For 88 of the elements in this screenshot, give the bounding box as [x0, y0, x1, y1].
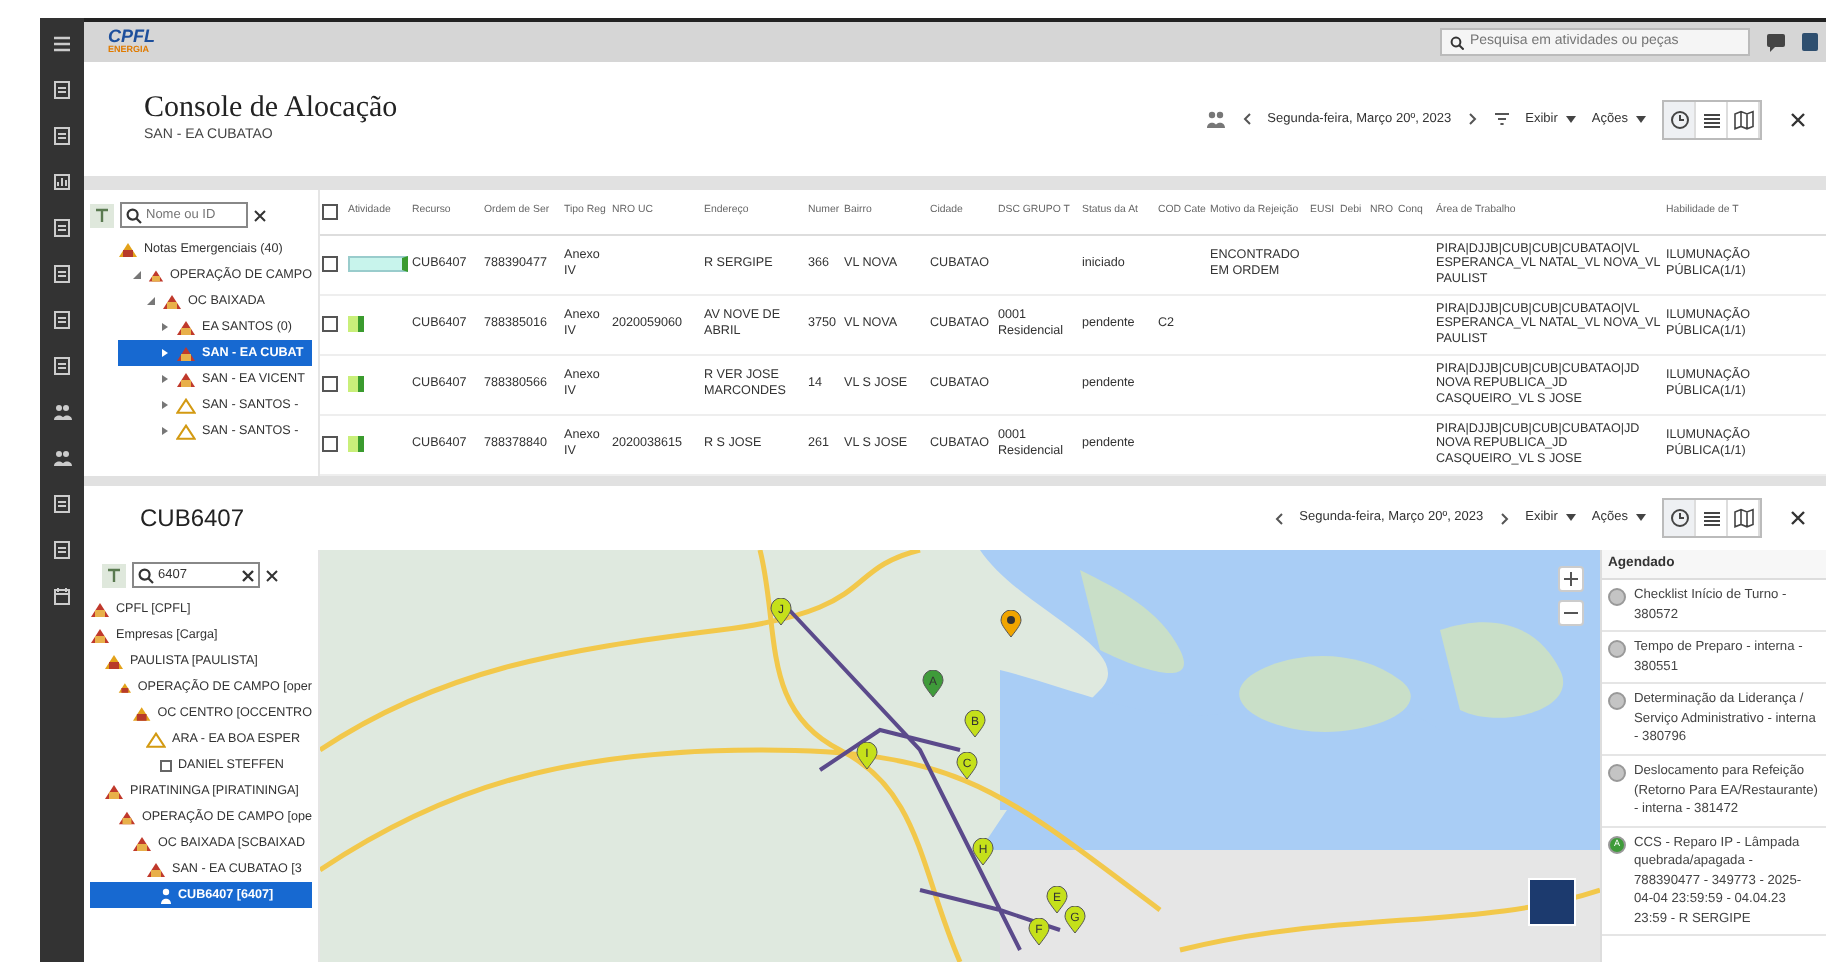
warning-icon [146, 731, 166, 747]
alert-icon [118, 679, 132, 695]
list-icon [1701, 508, 1721, 528]
document-icon[interactable] [52, 494, 72, 514]
people-icon[interactable] [52, 402, 72, 422]
alert-icon [162, 293, 182, 309]
checkbox[interactable] [322, 376, 338, 392]
activity-bar [348, 376, 364, 392]
alert-icon [176, 319, 196, 335]
alert-icon [132, 705, 152, 721]
alert-icon [176, 371, 196, 387]
clock-icon [1669, 508, 1689, 528]
caret-right-icon [160, 400, 170, 410]
document-icon[interactable] [52, 356, 72, 376]
zoom-in-button[interactable] [1558, 566, 1584, 592]
checkbox[interactable] [322, 436, 338, 452]
resource-title: CUB6407 [140, 502, 245, 536]
close-icon[interactable] [254, 209, 266, 221]
map-icon [1733, 109, 1753, 129]
alert-icon [118, 241, 138, 257]
caret-right-icon [160, 348, 170, 358]
chart-icon[interactable] [52, 172, 72, 192]
square-icon [160, 759, 172, 771]
caret-icon [1636, 115, 1646, 123]
alert-icon [90, 601, 110, 617]
chevron-left-icon[interactable] [1241, 112, 1252, 126]
search-icon [1450, 35, 1464, 49]
map-view-button[interactable] [1728, 500, 1760, 536]
caret-right-icon [160, 374, 170, 384]
person-icon [160, 887, 172, 903]
close-button[interactable] [1790, 111, 1806, 127]
close-button[interactable] [1790, 510, 1806, 526]
document-icon[interactable] [52, 310, 72, 330]
caret-down-icon [132, 270, 142, 280]
caret-icon [1565, 514, 1576, 522]
alert-icon [148, 267, 164, 283]
document-icon[interactable] [52, 264, 72, 284]
zoom-out-button[interactable] [1558, 600, 1584, 626]
alert-icon [90, 627, 110, 643]
close-icon [1790, 111, 1806, 127]
calendar-icon[interactable] [52, 586, 72, 606]
document-icon[interactable] [52, 126, 72, 146]
alert-icon [118, 809, 136, 825]
activity-bar [348, 436, 364, 452]
alert-icon [132, 835, 152, 851]
activity-bar [348, 316, 364, 332]
chevron-right-icon[interactable] [1499, 511, 1510, 525]
alert-icon [104, 653, 124, 669]
logo: CPFL [108, 28, 155, 47]
satellite-thumbnail[interactable] [1528, 878, 1576, 926]
clear-icon[interactable] [242, 569, 254, 581]
clock-view-button[interactable] [1664, 101, 1696, 137]
caret-right-icon [160, 426, 170, 436]
clock-view-button[interactable] [1664, 500, 1696, 536]
checkbox[interactable] [322, 203, 338, 220]
plus-icon [1564, 572, 1578, 586]
caret-right-icon [160, 322, 170, 332]
menu-icon[interactable] [52, 34, 72, 54]
clock-icon [1669, 109, 1689, 129]
checkbox[interactable] [322, 256, 338, 272]
document-icon[interactable] [52, 80, 72, 100]
activity-bar [348, 256, 408, 272]
map-view-button[interactable] [1728, 101, 1760, 137]
search-icon [126, 207, 142, 223]
list-icon [1701, 109, 1721, 129]
search-icon [138, 567, 154, 583]
minus-icon [1564, 606, 1578, 620]
caret-icon [1636, 514, 1646, 522]
document-icon[interactable] [52, 218, 72, 238]
filter-icon[interactable] [102, 563, 126, 587]
chat-icon[interactable] [1766, 32, 1786, 52]
caret-down-icon [146, 296, 156, 306]
chevron-right-icon[interactable] [1467, 112, 1478, 126]
alert-icon [146, 861, 166, 877]
alert-icon [104, 783, 124, 799]
chevron-left-icon[interactable] [1273, 511, 1284, 525]
close-icon [1790, 510, 1806, 526]
people-icon[interactable] [52, 448, 72, 468]
people-icon[interactable] [1205, 110, 1226, 128]
page-title: Console de Alocação [144, 92, 398, 125]
checkbox[interactable] [322, 316, 338, 332]
map-icon [1733, 508, 1753, 528]
alert-icon [176, 345, 196, 361]
filter-icon[interactable] [1493, 112, 1510, 126]
caret-icon [1565, 115, 1576, 123]
filter-icon[interactable] [90, 203, 114, 227]
document-icon[interactable] [52, 540, 72, 560]
close-icon[interactable] [266, 569, 278, 581]
